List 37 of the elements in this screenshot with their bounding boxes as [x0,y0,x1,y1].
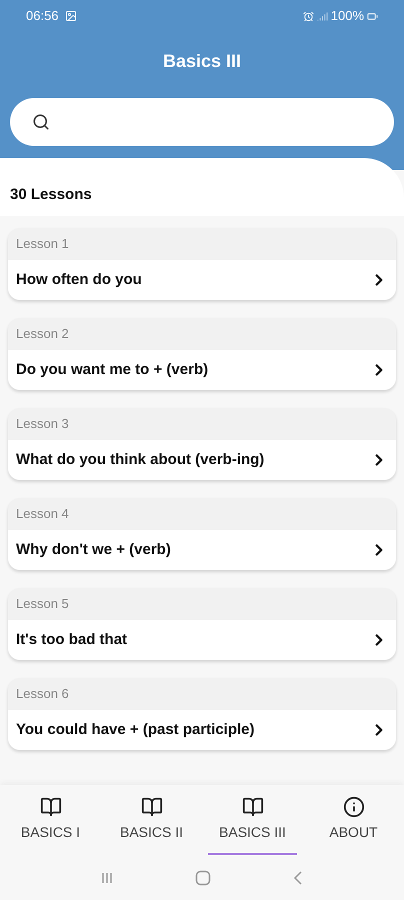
lesson-count: 30 Lessons [10,184,92,205]
header-title: Basics III [162,50,242,72]
lesson-title: How often do you [16,270,142,290]
back-icon[interactable] [292,870,304,886]
book-icon [242,796,264,818]
alarm-icon [302,10,314,22]
recent-apps-icon[interactable] [100,870,114,884]
lesson-card[interactable]: Lesson 4 Why don't we + (verb) [8,498,396,570]
search-field[interactable] [10,98,394,146]
lesson-card[interactable]: Lesson 5 It's too bad that [8,588,396,660]
lesson-title: You could have + (past participle) [16,720,255,740]
lesson-title: Do you want me to + (verb) [16,360,208,380]
lesson-label: Lesson 4 [16,505,69,524]
status-time: 06:56 [26,7,59,26]
home-icon[interactable] [194,870,211,886]
nav-tab[interactable]: ABOUT [309,785,398,855]
nav-tab[interactable]: BASICS II [107,785,196,855]
lesson-title: Why don't we + (verb) [16,540,171,560]
lesson-card[interactable]: Lesson 3 What do you think about (verb-ing) [8,408,396,480]
book-icon [140,796,162,818]
info-icon [342,796,364,818]
battery-icon [367,10,378,22]
lesson-label: Lesson 5 [16,595,69,614]
lesson-card[interactable]: Lesson 1 How often do you [8,228,396,300]
lesson-label: Lesson 3 [16,415,69,434]
lesson-title: What do you think about (verb-ing) [16,450,264,470]
lesson-card[interactable]: Lesson 2 Do you want me to + (verb) [8,318,396,390]
book-icon [40,796,62,818]
search-icon [32,113,50,131]
lesson-title: It's too bad that [16,630,128,650]
battery-level: 100% [330,7,364,26]
lesson-card[interactable]: Lesson 6 You could have + (past participle) [8,678,396,750]
lesson-label: Lesson 1 [16,235,69,254]
nav-tab[interactable]: BASICS I [6,785,95,855]
lesson-label: Lesson 2 [16,325,69,344]
lesson-label: Lesson 6 [16,685,69,704]
image-icon [64,10,77,22]
